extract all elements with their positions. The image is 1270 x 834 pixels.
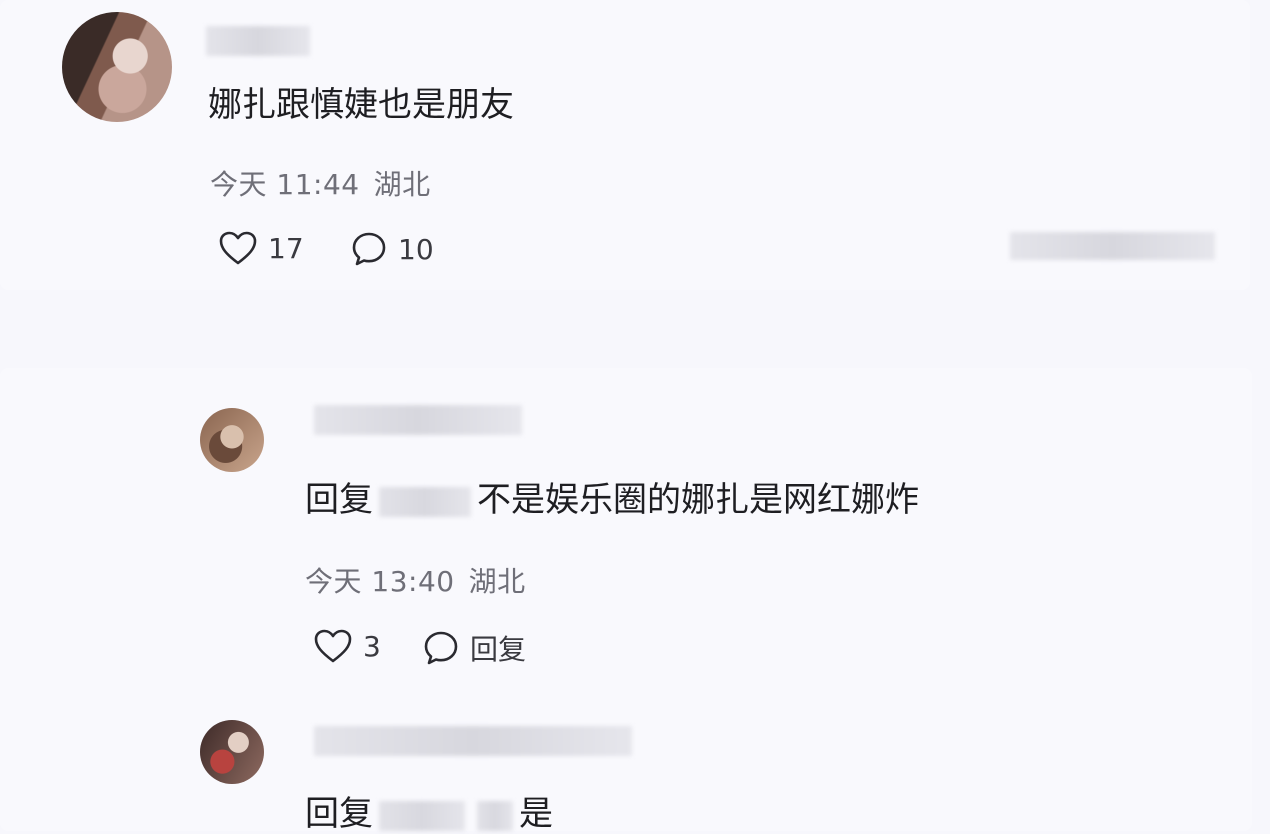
comment-meta: 今天 11:44 湖北 — [210, 163, 445, 203]
comment-text: 娜扎跟慎婕也是朋友 — [208, 85, 514, 125]
reply-location: 湖北 — [468, 565, 526, 598]
avatar[interactable] — [200, 408, 264, 472]
speech-bubble-icon — [424, 631, 458, 665]
reply-prefix: 回复 — [305, 480, 373, 520]
reply-button[interactable]: 回复 — [422, 628, 526, 668]
like-button[interactable]: 3 — [313, 628, 381, 664]
heart-outline-icon — [219, 231, 257, 265]
avatar[interactable] — [62, 12, 172, 122]
reply-body: 是 — [519, 794, 553, 834]
reply-time: 今天 13:40 — [305, 565, 455, 598]
speech-bubble-icon — [352, 232, 386, 266]
username-blurred[interactable] — [314, 405, 522, 435]
mention-blurred[interactable] — [379, 800, 465, 831]
comment-card: 娜扎跟慎婕也是朋友 今天 11:44 湖北 17 10 — [0, 0, 1250, 290]
username-blurred[interactable] — [314, 726, 632, 756]
like-count: 3 — [363, 629, 381, 663]
reply-meta: 今天 13:40 湖北 — [305, 560, 540, 600]
avatar[interactable] — [200, 720, 264, 784]
reply-thread — [0, 368, 1252, 831]
reply-prefix: 回复 — [305, 794, 373, 834]
reply-label: 回复 — [470, 633, 527, 666]
mention-blurred — [477, 800, 513, 831]
mention-blurred[interactable] — [379, 486, 471, 517]
reply-count: 10 — [398, 232, 434, 266]
like-count: 17 — [268, 231, 304, 265]
reply-text: 回复 不是娱乐圈的娜扎是网红娜炸 — [305, 480, 919, 520]
blurred-region — [1010, 232, 1215, 260]
heart-outline-icon — [314, 629, 352, 663]
like-button[interactable]: 17 — [218, 230, 304, 266]
reply-body: 不是娱乐圈的娜扎是网红娜炸 — [477, 480, 919, 520]
reply-text: 回复 是 — [305, 794, 553, 834]
comment-time: 今天 11:44 — [210, 168, 360, 201]
username-blurred[interactable] — [206, 26, 310, 56]
comment-button[interactable]: 10 — [350, 230, 434, 268]
comment-location: 湖北 — [373, 168, 431, 201]
